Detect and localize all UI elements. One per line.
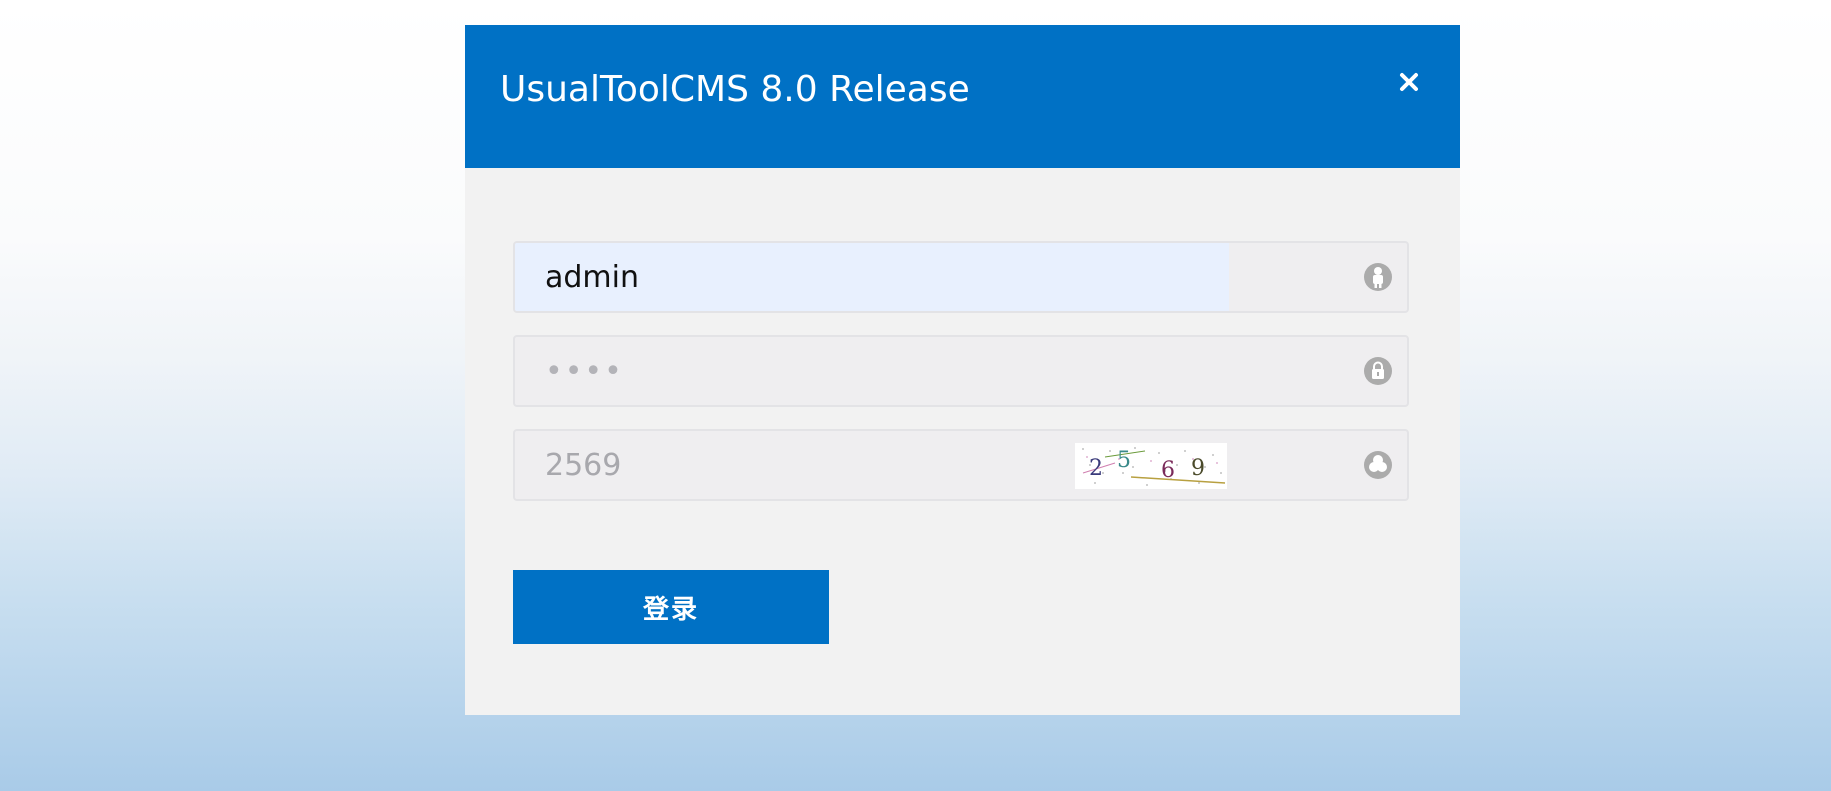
login-button[interactable]: 登录	[513, 570, 829, 644]
captcha-image[interactable]: 2 5 6 9	[1075, 443, 1227, 489]
username-field	[513, 241, 1409, 313]
close-button[interactable]	[1390, 63, 1428, 101]
lock-icon	[1364, 357, 1392, 385]
captcha-field: 2 5 6 9	[513, 429, 1409, 501]
svg-text:5: 5	[1117, 448, 1131, 473]
svg-text:2: 2	[1089, 456, 1103, 481]
captcha-input[interactable]	[545, 431, 1045, 499]
user-icon	[1364, 263, 1392, 291]
close-icon	[1400, 73, 1418, 91]
password-field	[513, 335, 1409, 407]
password-input[interactable]	[545, 337, 1325, 405]
dialog-title: UsualToolCMS 8.0 Release	[500, 69, 970, 110]
svg-text:6: 6	[1161, 458, 1175, 483]
svg-text:9: 9	[1191, 456, 1205, 481]
dialog-header: UsualToolCMS 8.0 Release	[465, 25, 1460, 168]
login-dialog: UsualToolCMS 8.0 Release admin 2569 2 5 …	[465, 25, 1460, 715]
username-input[interactable]	[545, 243, 1205, 311]
captcha-icon	[1364, 451, 1392, 479]
